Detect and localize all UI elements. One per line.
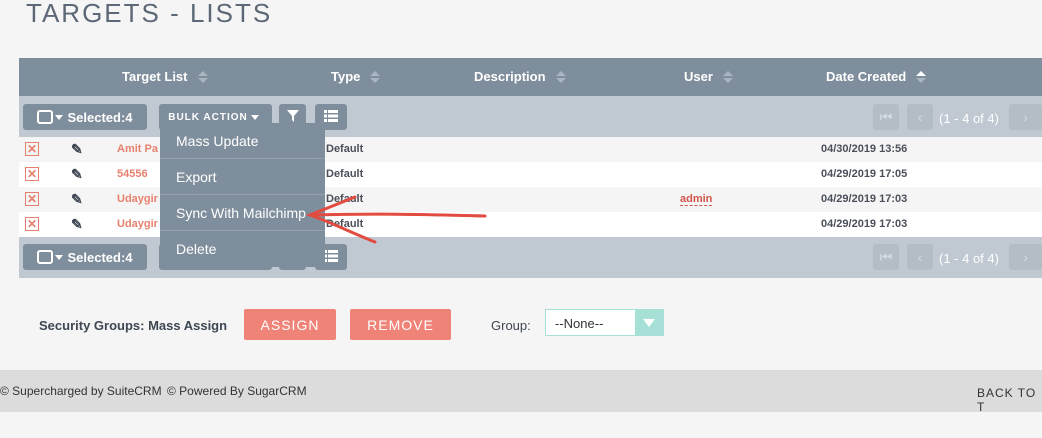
remove-icon[interactable]: ✕ (25, 192, 39, 206)
next-page-button[interactable]: › (1009, 104, 1042, 130)
bulk-action-menu: Mass Update Export Sync With Mailchimp D… (160, 123, 325, 267)
column-description[interactable]: Description (474, 69, 566, 84)
remove-icon[interactable]: ✕ (25, 217, 39, 231)
sort-icon[interactable] (722, 70, 733, 83)
checkbox-icon (37, 250, 54, 264)
target-list-name[interactable]: Udaygir (117, 193, 158, 205)
type-value: Default (326, 168, 364, 180)
pagination-text: (1 - 4 of 4) (939, 251, 999, 266)
chevron-left-icon: ‹ (917, 109, 923, 125)
target-list-name[interactable]: Amit Pa (117, 143, 158, 155)
assign-label: ASSIGN (260, 316, 320, 333)
sort-icon[interactable] (197, 70, 208, 83)
assign-button[interactable]: ASSIGN (244, 309, 336, 340)
column-date-created[interactable]: Date Created (826, 69, 927, 84)
column-type[interactable]: Type (331, 69, 381, 84)
first-page-icon: ⏮ (879, 108, 893, 125)
chevron-left-icon: ‹ (917, 249, 923, 265)
bulk-action-label: BULK ACTION (168, 111, 248, 123)
chevron-down-icon (250, 114, 259, 120)
column-label: Type (331, 69, 361, 84)
sort-icon[interactable] (555, 70, 566, 83)
chevron-right-icon: › (1023, 109, 1028, 125)
chevron-down-icon (55, 114, 64, 120)
footer: © Supercharged by SuiteCRM © Powered By … (0, 370, 1042, 414)
page-title: TARGETS - LISTS (26, 0, 273, 28)
date-value: 04/29/2019 17:03 (821, 218, 908, 230)
pagination-text: (1 - 4 of 4) (939, 111, 999, 126)
date-value: 04/30/2019 13:56 (821, 143, 908, 155)
remove-icon[interactable]: ✕ (25, 167, 39, 181)
first-page-icon: ⏮ (879, 248, 893, 265)
column-label: Target List (122, 69, 188, 84)
group-label: Group: (491, 318, 531, 333)
supercharged-link[interactable]: © Supercharged by SuiteCRM (0, 384, 162, 398)
previous-page-button[interactable]: ‹ (907, 104, 933, 130)
pencil-icon[interactable]: ✎ (71, 191, 83, 208)
menu-item-mass-update[interactable]: Mass Update (160, 123, 325, 159)
column-label: Description (474, 69, 546, 84)
remove-icon[interactable]: ✕ (25, 142, 39, 156)
first-page-button[interactable]: ⏮ (873, 244, 899, 270)
pencil-icon[interactable]: ✎ (71, 166, 83, 183)
selected-count: Selected:4 (67, 109, 133, 125)
menu-item-delete[interactable]: Delete (160, 231, 325, 267)
security-groups-label: Security Groups: Mass Assign (39, 318, 228, 333)
type-value: Default (326, 218, 364, 230)
menu-item-sync-mailchimp[interactable]: Sync With Mailchimp (160, 195, 325, 231)
column-target-list[interactable]: Target List (122, 69, 208, 84)
selected-count: Selected:4 (67, 249, 133, 265)
target-list-name[interactable]: Udaygir (117, 218, 158, 230)
column-user[interactable]: User (684, 69, 733, 84)
powered-link[interactable]: © Powered By SugarCRM (167, 384, 307, 398)
sort-ascending-icon[interactable] (916, 70, 927, 83)
column-label: Date Created (826, 69, 907, 84)
chevron-right-icon: › (1023, 249, 1028, 265)
select-all-button[interactable]: Selected:4 (23, 244, 147, 270)
remove-button[interactable]: REMOVE (350, 309, 451, 340)
security-groups-row: Security Groups: Mass Assign ASSIGN REMO… (0, 308, 1042, 344)
remove-label: REMOVE (367, 316, 434, 333)
type-value: Default (326, 143, 364, 155)
menu-item-export[interactable]: Export (160, 159, 325, 195)
pencil-icon[interactable]: ✎ (71, 216, 83, 233)
previous-page-button[interactable]: ‹ (907, 244, 933, 270)
group-select-value: --None-- (555, 316, 604, 331)
list-icon (324, 109, 338, 125)
chevron-down-icon (55, 254, 64, 260)
target-list-name[interactable]: 54556 (117, 168, 148, 180)
sort-icon[interactable] (370, 70, 381, 83)
chevron-down-icon[interactable] (635, 310, 663, 335)
date-value: 04/29/2019 17:03 (821, 193, 908, 205)
select-all-button[interactable]: Selected:4 (23, 104, 147, 130)
column-label: User (684, 69, 713, 84)
table-header: Target List Type Description User Date C… (19, 58, 1042, 96)
date-value: 04/29/2019 17:05 (821, 168, 908, 180)
back-to-top-link[interactable]: BACK TO T (977, 386, 1042, 414)
next-page-button[interactable]: › (1009, 244, 1042, 270)
list-icon (324, 249, 338, 265)
user-link[interactable]: admin (680, 193, 713, 206)
checkbox-icon (37, 110, 54, 124)
group-select[interactable]: --None-- (545, 309, 664, 336)
type-value: Default (326, 193, 364, 205)
pencil-icon[interactable]: ✎ (71, 141, 83, 158)
first-page-button[interactable]: ⏮ (873, 104, 899, 130)
